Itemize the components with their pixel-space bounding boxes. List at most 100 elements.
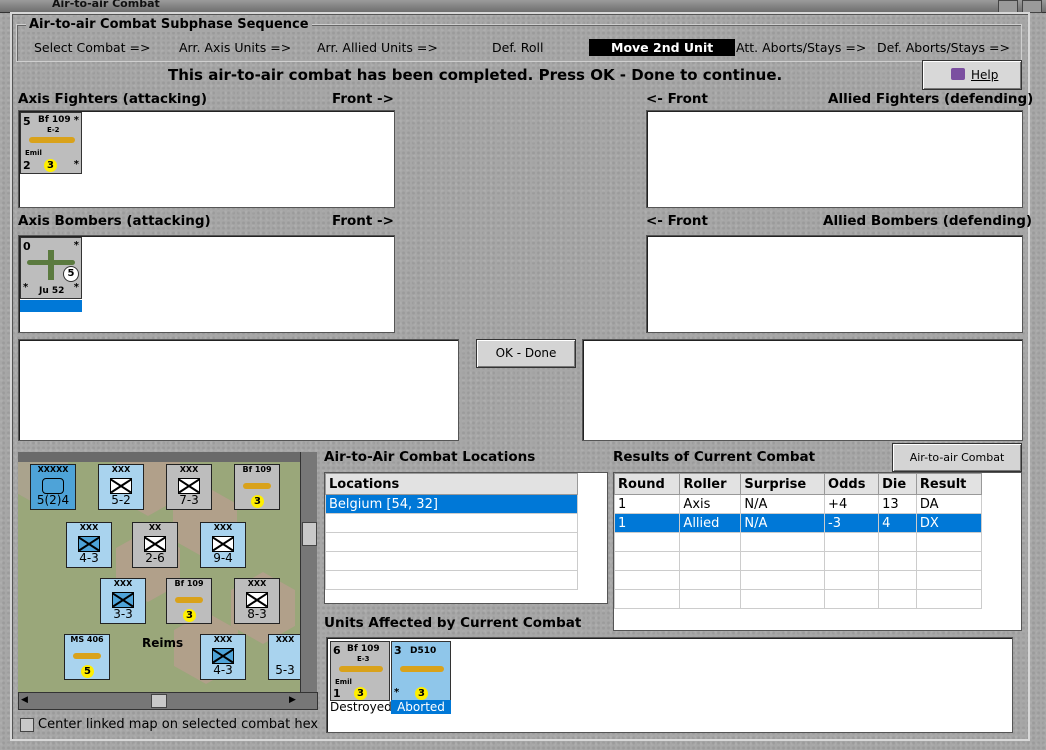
plane-icon [400,666,444,672]
allied-bombers-label: Allied Bombers (defending) [823,213,1033,229]
locations-table[interactable]: Locations Belgium [54, 32] [324,472,608,604]
location-row[interactable]: Belgium [54, 32] [325,494,578,514]
scroll-right-icon[interactable]: ▶ [289,695,296,705]
map-counter[interactable]: MS 406 5 [64,634,110,680]
counter-dot: 3 [44,159,57,172]
counter-top-left: 5 [23,115,31,128]
dialog-window: Air-to-air Combat Air-to-air Combat Subp… [0,0,1046,750]
col-odds: Odds [824,473,880,495]
map-counter-top: XXX [113,579,133,588]
affected-title: Units Affected by Current Combat [324,615,582,631]
map-vertical-scrollbar[interactable] [300,452,317,692]
unit-symbol-icon [178,478,200,494]
allied-info-panel [582,339,1023,441]
map-counter-value: 4-3 [213,663,233,677]
counter-star: * [73,240,79,251]
affected-unit-bf109[interactable]: 6 Bf 109 E-3 Emil 1 3 [330,641,390,701]
table-row[interactable] [613,551,983,571]
scroll-thumb[interactable] [151,694,167,708]
col-roller: Roller [679,473,742,495]
counter-sub: E-3 [357,655,370,663]
allied-bombers-panel[interactable] [646,235,1023,333]
map-horizontal-scrollbar[interactable]: ◀ ▶ [18,692,318,710]
map-counter[interactable]: XXX 5-3 [268,634,302,680]
unit-counter-bf109[interactable]: 5 Bf 109 * E-2 Emil 2 3 * [20,112,82,174]
plane-icon [73,653,101,659]
cell: 1 [613,494,681,514]
cell: Allied [679,513,742,533]
map-counter[interactable]: XXX 3-3 [100,578,146,624]
counter-dot: 3 [251,495,264,508]
map-counter[interactable]: Bf 109 3 [166,578,212,624]
scroll-thumb[interactable] [302,522,317,546]
results-title: Results of Current Combat [613,449,816,465]
map-counter-value: 5-2 [111,493,131,507]
map-top-strip [18,452,316,462]
map-counter[interactable]: Bf 109 3 [234,464,280,510]
linked-map[interactable]: XXXXX 5(2)4 XXX 5-2 XXX 7-3 Bf 109 3 XXX… [18,452,316,692]
counter-name: Bf 109 [347,644,380,654]
map-counter[interactable]: XXX 8-3 [234,578,280,624]
unit-counter-ju52[interactable]: 0 * 5 * Ju 52 * [20,237,82,299]
counter-top-left: 6 [333,644,341,657]
seq-step-def-aborts: Def. Aborts/Stays => [877,40,1010,55]
axis-fighters-panel[interactable]: 5 Bf 109 * E-2 Emil 2 3 * [18,110,395,208]
axis-fighters-front-label: Front -> [332,91,394,107]
table-row[interactable] [613,532,983,552]
counter-sub: E-2 [47,126,60,134]
counter-top-left: 0 [23,240,31,253]
map-counter[interactable]: XXX 7-3 [166,464,212,510]
seq-step-arr-allied: Arr. Allied Units => [317,40,438,55]
seq-step-select-combat: Select Combat => [34,40,151,55]
col-round: Round [613,473,681,495]
scroll-left-icon[interactable]: ◀ [21,695,28,705]
table-row[interactable] [613,570,983,590]
col-result: Result [915,473,983,495]
table-row[interactable]: 1 Allied N/A -3 4 DX [613,513,983,533]
location-row[interactable] [325,532,578,552]
counter-star: * [73,159,79,170]
air-combat-chart-button[interactable]: Air-to-air Combat Chart [892,443,1022,491]
results-table[interactable]: Round Roller Surprise Odds Die Result 1 … [613,472,1022,631]
map-counter[interactable]: XXX 4-3 [66,522,112,568]
axis-bombers-panel[interactable]: 0 * 5 * Ju 52 * [18,235,395,333]
col-surprise: Surprise [740,473,826,495]
help-button[interactable]: Help [922,60,1022,90]
map-counter[interactable]: XX 2-6 [132,522,178,568]
ok-done-button[interactable]: OK - Done [476,339,576,368]
unit-symbol-icon [112,592,134,608]
allied-fighters-panel[interactable] [646,110,1023,208]
counter-pilot: Emil [335,678,352,686]
axis-fighters-label: Axis Fighters (attacking) [18,91,207,107]
location-cell: Belgium [54, 32] [325,494,578,514]
seq-step-move-2nd-unit: Move 2nd Unit [589,39,736,56]
location-row[interactable] [325,570,578,590]
map-counter[interactable]: XXX 4-3 [200,634,246,680]
allied-fighters-label: Allied Fighters (defending) [828,91,1034,107]
allied-fighters-front-label: <- Front [646,91,708,107]
locations-header: Locations [325,473,578,495]
unit-symbol-icon [212,648,234,664]
plane-icon [29,137,75,143]
location-row[interactable] [325,513,578,533]
map-counter[interactable]: XXX 5-2 [98,464,144,510]
map-counter-top: Bf 109 [174,579,204,588]
map-counter-value: 7-3 [179,493,199,507]
affected-unit-d510[interactable]: 3 D510 * 3 [391,641,451,701]
cell: 1 [613,513,681,533]
plane-body-icon [48,250,54,280]
counter-dot: 5 [63,266,79,282]
location-row[interactable] [325,551,578,571]
counter-star: * [73,282,79,293]
map-counter[interactable]: XXXXX 5(2)4 [30,464,76,510]
counter-star: * [23,282,29,293]
counter-name: D510 [410,646,437,656]
table-row[interactable] [613,589,983,609]
counter-star: * [73,115,79,126]
sequence-title: Air-to-air Combat Subphase Sequence [26,17,312,32]
table-row[interactable]: 1 Axis N/A +4 13 DA [613,494,983,514]
map-counter[interactable]: XXX 9-4 [200,522,246,568]
affected-units-panel[interactable]: 6 Bf 109 E-3 Emil 1 3 Destroyed 3 D510 *… [326,637,1013,733]
unit-status-destroyed: Destroyed [330,700,392,714]
center-map-checkbox[interactable] [20,718,34,732]
